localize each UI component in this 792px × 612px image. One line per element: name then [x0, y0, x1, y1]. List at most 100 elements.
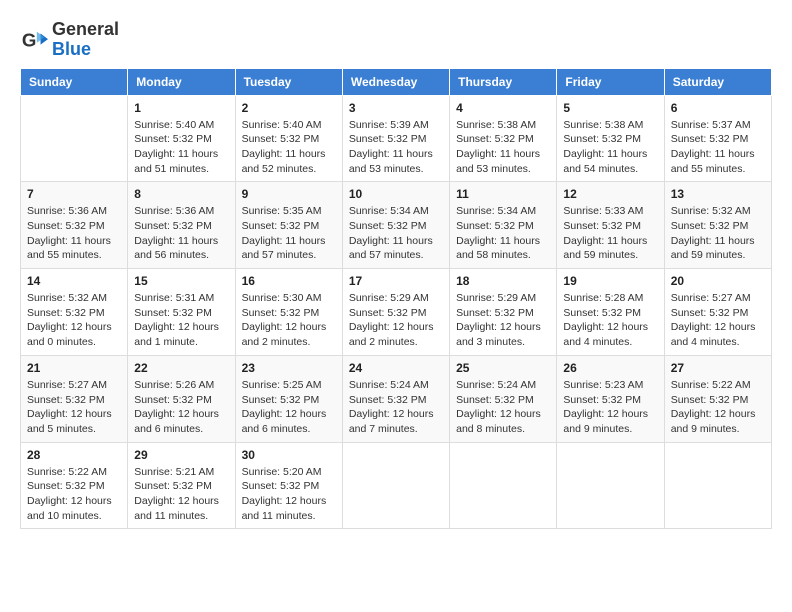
calendar-cell: 24Sunrise: 5:24 AMSunset: 5:32 PMDayligh…: [342, 355, 449, 442]
calendar-cell: 23 Sunrise: 5:25 AMSunset: 5:32 PMDayligh…: [235, 355, 342, 442]
day-number: 23: [242, 361, 336, 375]
day-number: 5: [563, 101, 657, 115]
calendar-cell: 22Sunrise: 5:26 AMSunset: 5:32 PMDayligh…: [128, 355, 235, 442]
calendar-cell: 30 Sunrise: 5:20 AMSunset: 5:32 PMDayligh…: [235, 442, 342, 529]
calendar-cell: 6Sunrise: 5:37 AMSunset: 5:32 PMDaylight…: [664, 95, 771, 182]
day-number: 17: [349, 274, 443, 288]
day-info: Sunrise: 5:37 AMSunset: 5:32 PMDaylight:…: [671, 118, 765, 177]
day-number: 26: [563, 361, 657, 375]
day-number: 27: [671, 361, 765, 375]
day-info: Sunrise: 5:31 AMSunset: 5:32 PMDaylight:…: [134, 291, 228, 350]
day-info: Sunrise: 5:36 AMSunset: 5:32 PMDaylight:…: [134, 204, 228, 263]
day-info: Sunrise: 5:33 AMSunset: 5:32 PMDaylight:…: [563, 204, 657, 263]
day-info: Sunrise: 5:36 AMSunset: 5:32 PMDaylight:…: [27, 204, 121, 263]
day-info: Sunrise: 5:32 AMSunset: 5:32 PMDaylight:…: [27, 291, 121, 350]
calendar-cell: 21 Sunrise: 5:27 AMSunset: 5:32 PMDayligh…: [21, 355, 128, 442]
day-info: Sunrise: 5:24 AMSunset: 5:32 PMDaylight:…: [456, 378, 550, 437]
day-number: 22: [134, 361, 228, 375]
calendar-cell: 26 Sunrise: 5:23 AMSunset: 5:32 PMDayligh…: [557, 355, 664, 442]
day-info: Sunrise: 5:25 AMSunset: 5:32 PMDaylight:…: [242, 378, 336, 437]
day-info: Sunrise: 5:34 AMSunset: 5:32 PMDaylight:…: [349, 204, 443, 263]
calendar-cell: 9 Sunrise: 5:35 AMSunset: 5:32 PMDaylight…: [235, 182, 342, 269]
day-info: Sunrise: 5:34 AMSunset: 5:32 PMDaylight:…: [456, 204, 550, 263]
calendar-cell: [342, 442, 449, 529]
day-info: Sunrise: 5:35 AMSunset: 5:32 PMDaylight:…: [242, 204, 336, 263]
weekday-header-sunday: Sunday: [21, 68, 128, 95]
calendar-cell: 16 Sunrise: 5:30 AMSunset: 5:32 PMDayligh…: [235, 269, 342, 356]
calendar-cell: 14 Sunrise: 5:32 AMSunset: 5:32 PMDayligh…: [21, 269, 128, 356]
logo-icon: G: [20, 26, 48, 54]
day-number: 7: [27, 187, 121, 201]
day-info: Sunrise: 5:22 AMSunset: 5:32 PMDaylight:…: [671, 378, 765, 437]
calendar-cell: 27 Sunrise: 5:22 AMSunset: 5:32 PMDayligh…: [664, 355, 771, 442]
calendar-cell: 15 Sunrise: 5:31 AMSunset: 5:32 PMDayligh…: [128, 269, 235, 356]
day-number: 2: [242, 101, 336, 115]
calendar-cell: 12Sunrise: 5:33 AMSunset: 5:32 PMDayligh…: [557, 182, 664, 269]
day-number: 20: [671, 274, 765, 288]
calendar-cell: 25Sunrise: 5:24 AMSunset: 5:32 PMDayligh…: [450, 355, 557, 442]
calendar-cell: 29 Sunrise: 5:21 AMSunset: 5:32 PMDayligh…: [128, 442, 235, 529]
day-info: Sunrise: 5:28 AMSunset: 5:32 PMDaylight:…: [563, 291, 657, 350]
svg-text:G: G: [22, 29, 37, 50]
day-info: Sunrise: 5:27 AMSunset: 5:32 PMDaylight:…: [671, 291, 765, 350]
day-info: Sunrise: 5:20 AMSunset: 5:32 PMDaylight:…: [242, 465, 336, 524]
logo-line2: Blue: [52, 40, 119, 60]
calendar-cell: 3 Sunrise: 5:39 AMSunset: 5:32 PMDaylight…: [342, 95, 449, 182]
day-number: 28: [27, 448, 121, 462]
day-info: Sunrise: 5:40 AMSunset: 5:32 PMDaylight:…: [242, 118, 336, 177]
day-number: 18: [456, 274, 550, 288]
calendar-cell: 2 Sunrise: 5:40 AMSunset: 5:32 PMDaylight…: [235, 95, 342, 182]
day-info: Sunrise: 5:38 AMSunset: 5:32 PMDaylight:…: [456, 118, 550, 177]
weekday-header-friday: Friday: [557, 68, 664, 95]
day-info: Sunrise: 5:38 AMSunset: 5:32 PMDaylight:…: [563, 118, 657, 177]
calendar-cell: 4 Sunrise: 5:38 AMSunset: 5:32 PMDaylight…: [450, 95, 557, 182]
day-number: 8: [134, 187, 228, 201]
day-info: Sunrise: 5:39 AMSunset: 5:32 PMDaylight:…: [349, 118, 443, 177]
calendar-cell: 8 Sunrise: 5:36 AMSunset: 5:32 PMDaylight…: [128, 182, 235, 269]
weekday-header-thursday: Thursday: [450, 68, 557, 95]
day-number: 19: [563, 274, 657, 288]
day-info: Sunrise: 5:30 AMSunset: 5:32 PMDaylight:…: [242, 291, 336, 350]
logo-line1: General: [52, 20, 119, 40]
weekday-header-saturday: Saturday: [664, 68, 771, 95]
calendar-cell: 19 Sunrise: 5:28 AMSunset: 5:32 PMDayligh…: [557, 269, 664, 356]
calendar-cell: [450, 442, 557, 529]
day-number: 30: [242, 448, 336, 462]
calendar-table: SundayMondayTuesdayWednesdayThursdayFrid…: [20, 68, 772, 530]
day-number: 21: [27, 361, 121, 375]
day-info: Sunrise: 5:24 AMSunset: 5:32 PMDaylight:…: [349, 378, 443, 437]
calendar-cell: 11 Sunrise: 5:34 AMSunset: 5:32 PMDayligh…: [450, 182, 557, 269]
day-number: 1: [134, 101, 228, 115]
day-number: 4: [456, 101, 550, 115]
weekday-header-tuesday: Tuesday: [235, 68, 342, 95]
weekday-header-wednesday: Wednesday: [342, 68, 449, 95]
day-info: Sunrise: 5:22 AMSunset: 5:32 PMDaylight:…: [27, 465, 121, 524]
day-number: 14: [27, 274, 121, 288]
calendar-cell: 28 Sunrise: 5:22 AMSunset: 5:32 PMDayligh…: [21, 442, 128, 529]
day-number: 3: [349, 101, 443, 115]
day-number: 10: [349, 187, 443, 201]
day-number: 13: [671, 187, 765, 201]
day-info: Sunrise: 5:27 AMSunset: 5:32 PMDaylight:…: [27, 378, 121, 437]
calendar-cell: 17 Sunrise: 5:29 AMSunset: 5:32 PMDayligh…: [342, 269, 449, 356]
calendar-cell: 10 Sunrise: 5:34 AMSunset: 5:32 PMDayligh…: [342, 182, 449, 269]
day-info: Sunrise: 5:29 AMSunset: 5:32 PMDaylight:…: [456, 291, 550, 350]
calendar-cell: 1 Sunrise: 5:40 AMSunset: 5:32 PMDaylight…: [128, 95, 235, 182]
day-info: Sunrise: 5:21 AMSunset: 5:32 PMDaylight:…: [134, 465, 228, 524]
day-info: Sunrise: 5:40 AMSunset: 5:32 PMDaylight:…: [134, 118, 228, 177]
calendar-cell: [21, 95, 128, 182]
weekday-header-monday: Monday: [128, 68, 235, 95]
calendar-cell: 20 Sunrise: 5:27 AMSunset: 5:32 PMDayligh…: [664, 269, 771, 356]
day-info: Sunrise: 5:29 AMSunset: 5:32 PMDaylight:…: [349, 291, 443, 350]
calendar-cell: 13Sunrise: 5:32 AMSunset: 5:32 PMDayligh…: [664, 182, 771, 269]
calendar-cell: 18 Sunrise: 5:29 AMSunset: 5:32 PMDayligh…: [450, 269, 557, 356]
day-number: 15: [134, 274, 228, 288]
day-number: 9: [242, 187, 336, 201]
day-number: 29: [134, 448, 228, 462]
calendar-cell: 5 Sunrise: 5:38 AMSunset: 5:32 PMDaylight…: [557, 95, 664, 182]
day-number: 16: [242, 274, 336, 288]
calendar-cell: [664, 442, 771, 529]
calendar-cell: [557, 442, 664, 529]
day-info: Sunrise: 5:23 AMSunset: 5:32 PMDaylight:…: [563, 378, 657, 437]
day-number: 11: [456, 187, 550, 201]
